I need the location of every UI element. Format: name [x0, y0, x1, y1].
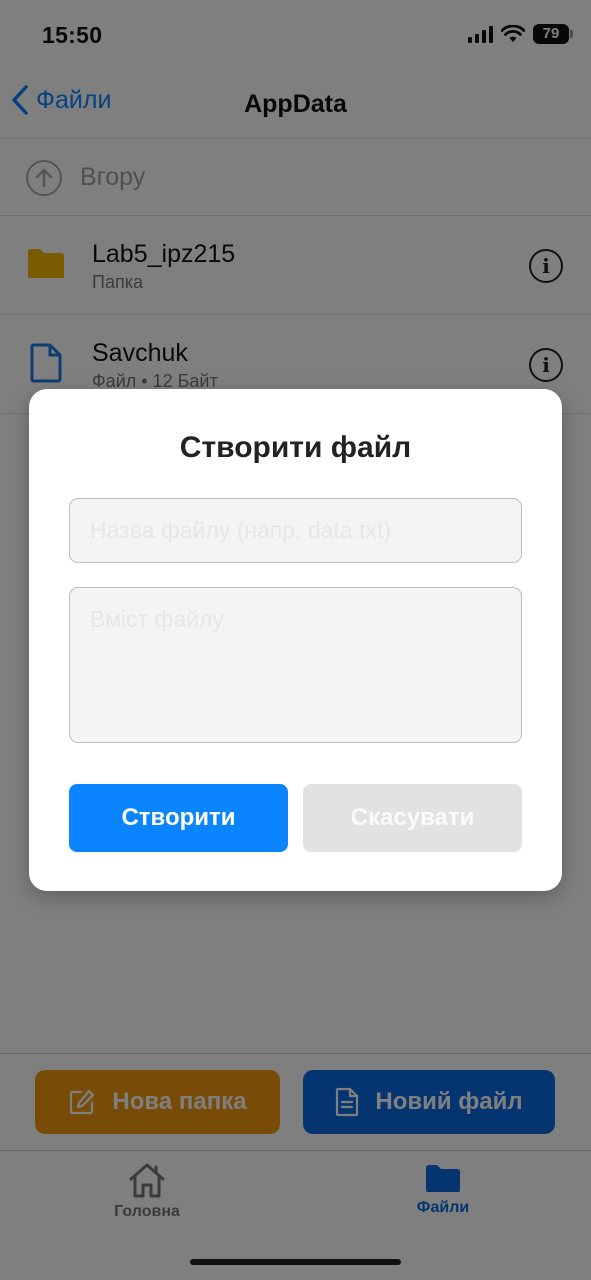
create-file-dialog: Створити файл Створити Скасувати — [29, 389, 562, 891]
cancel-button[interactable]: Скасувати — [303, 784, 522, 852]
dialog-title: Створити файл — [179, 431, 412, 464]
create-button[interactable]: Створити — [69, 784, 288, 852]
home-indicator — [190, 1259, 401, 1265]
file-name-input[interactable] — [69, 498, 522, 563]
file-content-input[interactable] — [69, 587, 522, 743]
